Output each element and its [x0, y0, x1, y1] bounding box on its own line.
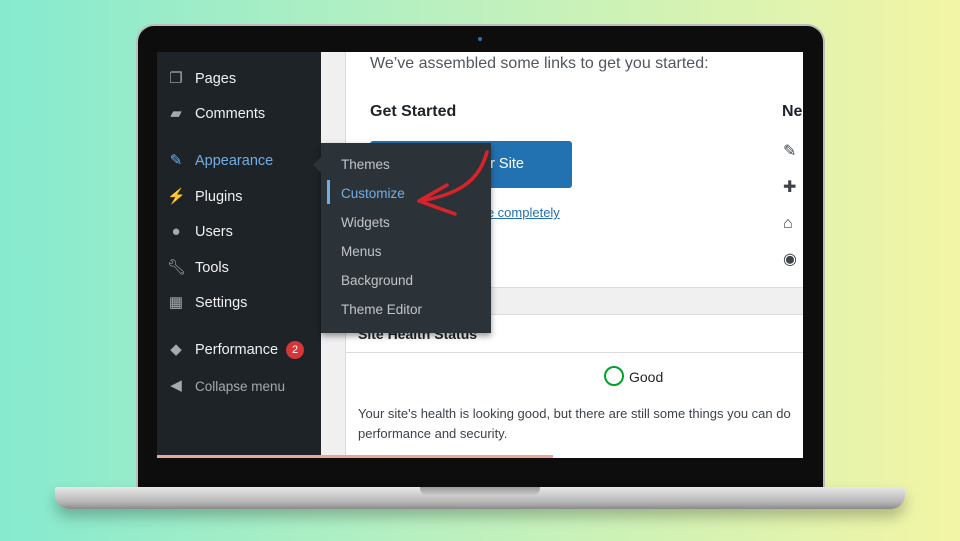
screen: ❐ Pages ▰ Comments ✎ Appearance ⚡ Plugins ● U… [157, 52, 803, 458]
camera [478, 37, 482, 41]
laptop-notch [420, 487, 540, 496]
bottom-bar [157, 455, 553, 458]
red-arrow-annotation [417, 150, 489, 216]
